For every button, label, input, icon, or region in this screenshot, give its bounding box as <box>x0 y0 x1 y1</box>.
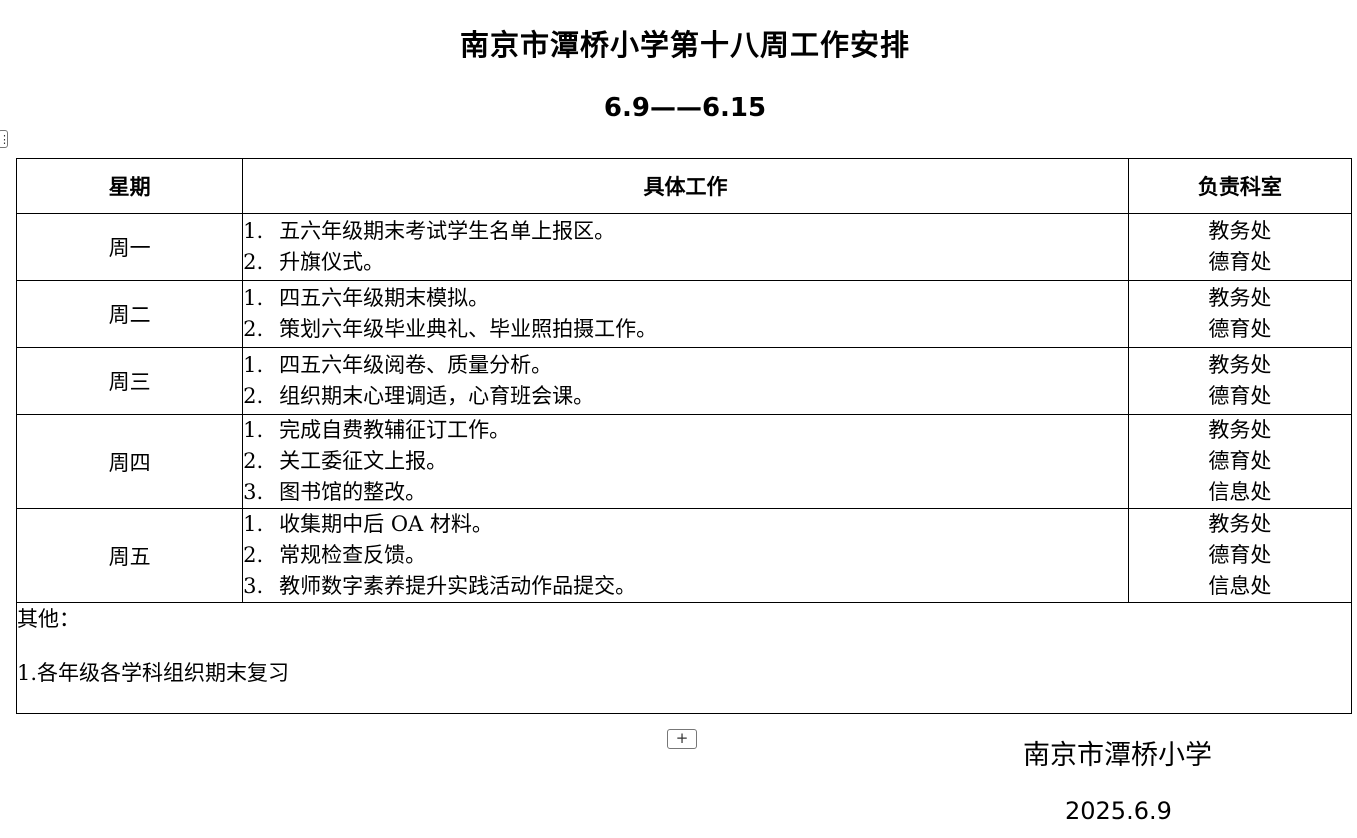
dept-item: 德育处 <box>1208 384 1272 408</box>
item-text: 完成自费教辅征订工作。 <box>279 418 511 442</box>
work-item: 2. 升旗仪式。 <box>243 247 1128 278</box>
day-cell: 周一 <box>15 213 244 281</box>
table-move-handle-icon[interactable]: ⋮ <box>0 130 10 148</box>
dept-item: 教务处 <box>1208 353 1272 377</box>
item-number: 2. <box>243 250 264 274</box>
item-number: 1. <box>243 353 264 377</box>
item-number: 1. <box>243 418 264 442</box>
table-row: 周四 1. 完成自费教辅征订工作。 2. 关工委征文上报。 3. 图书馆的整改。 教务… <box>15 414 1353 509</box>
item-text: 四五六年级阅卷、质量分析。 <box>279 353 553 377</box>
dept-item: 信息处 <box>1208 480 1272 504</box>
work-cell: 1. 四五六年级阅卷、质量分析。 2. 组织期末心理调适，心育班会课。 <box>242 347 1129 415</box>
dept-cell: 教务处 德育处 <box>1127 280 1353 348</box>
item-number: 1. <box>243 286 264 310</box>
dept-item: 教务处 <box>1208 418 1272 442</box>
other-row: 其他： 1.各年级各学科组织期末复习 <box>16 602 1352 714</box>
date-range: 6.9——6.15 <box>603 93 767 123</box>
item-number: 3. <box>243 574 264 598</box>
work-item: 2. 常规检查反馈。 <box>243 540 1128 571</box>
dept-item: 德育处 <box>1208 317 1272 341</box>
table-header-row: 星期 具体工作 负责科室 <box>15 158 1353 214</box>
table-row: 周二 1. 四五六年级期末模拟。 2. 策划六年级毕业典礼、毕业照拍摄工作。 教务处… <box>15 280 1353 348</box>
dept-item: 教务处 <box>1208 512 1272 536</box>
work-item: 3. 图书馆的整改。 <box>243 477 1128 508</box>
dept-cell: 教务处 德育处 信息处 <box>1127 414 1353 509</box>
day-cell: 周三 <box>15 347 244 415</box>
item-number: 2. <box>243 543 264 567</box>
work-item: 2. 组织期末心理调适，心育班会课。 <box>243 381 1128 412</box>
item-number: 1. <box>243 512 264 536</box>
item-number: 3. <box>243 480 264 504</box>
item-number: 1. <box>243 219 264 243</box>
day-cell: 周二 <box>15 280 244 348</box>
header-dept: 负责科室 <box>1127 158 1353 214</box>
table-row: 周五 1. 收集期中后 OA 材料。 2. 常规检查反馈。 3. 教师数字素养提升实践… <box>15 508 1353 603</box>
work-cell: 1. 四五六年级期末模拟。 2. 策划六年级毕业典礼、毕业照拍摄工作。 <box>242 280 1129 348</box>
dept-item: 信息处 <box>1208 574 1272 598</box>
item-number: 2. <box>243 449 264 473</box>
dept-item: 德育处 <box>1208 543 1272 567</box>
item-text: 常规检查反馈。 <box>279 543 427 567</box>
other-cell: 其他： 1.各年级各学科组织期末复习 <box>16 602 1352 714</box>
item-text: 策划六年级毕业典礼、毕业照拍摄工作。 <box>279 317 658 341</box>
work-item: 3. 教师数字素养提升实践活动作品提交。 <box>243 571 1128 602</box>
signature-school: 南京市潭桥小学 <box>1023 740 1212 771</box>
item-text: 关工委征文上报。 <box>279 449 448 473</box>
item-text: 四五六年级期末模拟。 <box>279 286 490 310</box>
item-text: 组织期末心理调适，心育班会课。 <box>279 384 595 408</box>
work-item: 1. 收集期中后 OA 材料。 <box>243 509 1128 540</box>
other-item: 1.各年级各学科组织期末复习 <box>17 661 290 685</box>
work-item: 1. 完成自费教辅征订工作。 <box>243 415 1128 446</box>
work-cell: 1. 完成自费教辅征订工作。 2. 关工委征文上报。 3. 图书馆的整改。 <box>242 414 1129 509</box>
schedule-table: 星期 具体工作 负责科室 周一 1. 五六年级期末考试学生名单上报区。 2. 升旗仪… <box>15 158 1353 714</box>
table-row: 周三 1. 四五六年级阅卷、质量分析。 2. 组织期末心理调适，心育班会课。 教务处… <box>15 347 1353 415</box>
item-text: 五六年级期末考试学生名单上报区。 <box>279 219 616 243</box>
dept-item: 德育处 <box>1208 250 1272 274</box>
item-text: 教师数字素养提升实践活动作品提交。 <box>279 574 637 598</box>
dept-item: 教务处 <box>1208 219 1272 243</box>
dept-item: 教务处 <box>1208 286 1272 310</box>
work-item: 1. 四五六年级期末模拟。 <box>243 283 1128 314</box>
dept-cell: 教务处 德育处 信息处 <box>1127 508 1353 603</box>
day-cell: 周五 <box>15 508 244 603</box>
work-cell: 1. 收集期中后 OA 材料。 2. 常规检查反馈。 3. 教师数字素养提升实践活动作… <box>242 508 1129 603</box>
work-item: 2. 策划六年级毕业典礼、毕业照拍摄工作。 <box>243 314 1128 345</box>
day-cell: 周四 <box>15 414 244 509</box>
signature-date: 2025.6.9 <box>1065 797 1172 825</box>
work-item: 2. 关工委征文上报。 <box>243 446 1128 477</box>
dept-item: 德育处 <box>1208 449 1272 473</box>
document-title: 南京市潭桥小学第十八周工作安排 <box>459 28 910 62</box>
item-text: 收集期中后 OA 材料。 <box>279 512 493 536</box>
dept-cell: 教务处 德育处 <box>1127 213 1353 281</box>
work-item: 1. 五六年级期末考试学生名单上报区。 <box>243 216 1128 247</box>
work-item: 1. 四五六年级阅卷、质量分析。 <box>243 350 1128 381</box>
work-cell: 1. 五六年级期末考试学生名单上报区。 2. 升旗仪式。 <box>242 213 1129 281</box>
header-work: 具体工作 <box>242 158 1129 214</box>
item-text: 图书馆的整改。 <box>279 480 427 504</box>
add-row-button[interactable]: + <box>667 729 697 749</box>
other-heading: 其他： <box>17 607 80 631</box>
item-text: 升旗仪式。 <box>279 250 385 274</box>
dept-cell: 教务处 德育处 <box>1127 347 1353 415</box>
item-number: 2. <box>243 317 264 341</box>
table-row: 周一 1. 五六年级期末考试学生名单上报区。 2. 升旗仪式。 教务处 德育处 <box>15 213 1353 281</box>
item-number: 2. <box>243 384 264 408</box>
header-day: 星期 <box>15 158 244 214</box>
